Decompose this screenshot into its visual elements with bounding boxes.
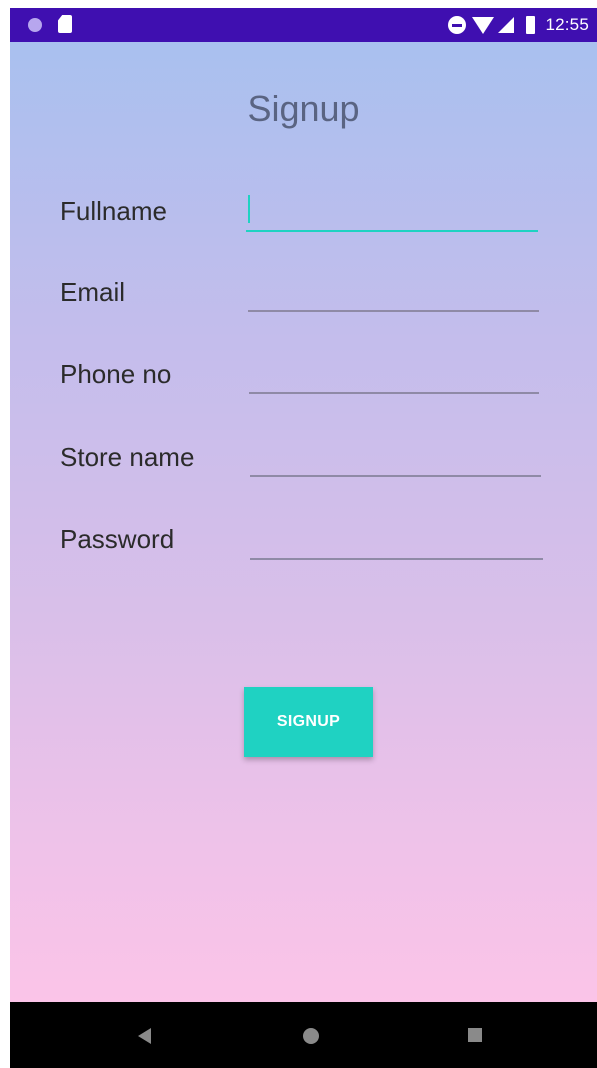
battery-icon: [526, 16, 536, 34]
store-name-input[interactable]: [250, 439, 541, 477]
email-input[interactable]: [248, 274, 539, 312]
navigation-bar: [10, 1002, 597, 1068]
wifi-icon: [472, 16, 495, 34]
signup-screen: Signup Fullname Email Phone no Store nam…: [10, 42, 597, 1002]
phone-screen: 12:55 Signup Fullname Email Phone no Sto…: [10, 8, 597, 1068]
sd-card-icon: [58, 15, 72, 33]
fullname-label: Fullname: [60, 196, 167, 226]
password-label: Password: [60, 524, 175, 554]
home-icon[interactable]: [303, 1028, 319, 1044]
notification-dot-icon: [28, 18, 42, 32]
email-label: Email: [60, 277, 126, 307]
fullname-input[interactable]: [246, 194, 538, 232]
status-bar: 12:55: [10, 8, 597, 42]
password-input[interactable]: [250, 522, 543, 560]
text-cursor: [248, 195, 250, 223]
do-not-disturb-icon: [448, 16, 467, 34]
recents-icon[interactable]: [468, 1028, 482, 1042]
store-name-label: Store name: [60, 442, 195, 472]
phone-label: Phone no: [60, 359, 172, 389]
signal-icon: [498, 17, 515, 33]
status-time: 12:55: [545, 15, 589, 34]
back-icon[interactable]: [138, 1028, 151, 1044]
status-icons: 12:55: [448, 8, 589, 42]
signup-button[interactable]: SIGNUP: [244, 687, 373, 757]
page-title: Signup: [247, 88, 360, 129]
phone-input[interactable]: [249, 356, 539, 394]
